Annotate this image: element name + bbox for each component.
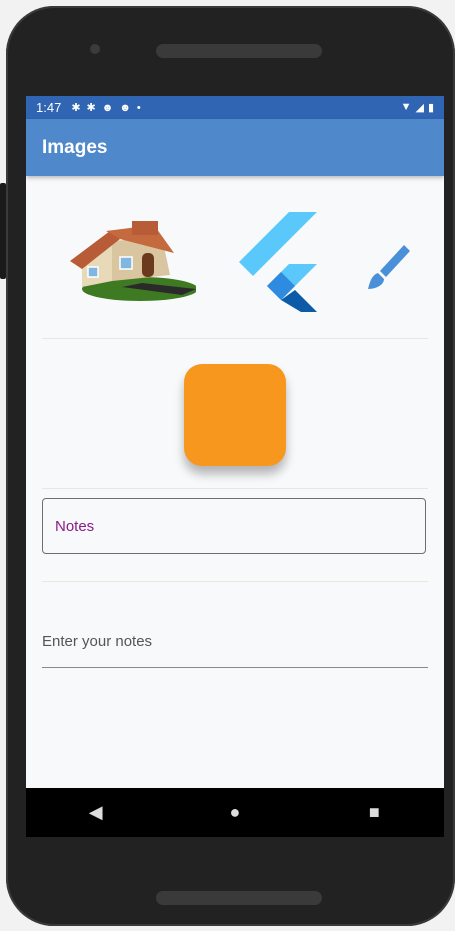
status-bar: 1:47 ✱ ✱ ☻ ☻ • ▼ ◢ ▮ bbox=[26, 96, 444, 119]
signal-icon: ◢ bbox=[415, 102, 424, 114]
settings-icon: ✱ bbox=[71, 102, 81, 114]
images-row bbox=[26, 209, 444, 319]
divider bbox=[42, 488, 428, 489]
wifi-icon: ▼ bbox=[400, 101, 412, 113]
android-icon: ☻ bbox=[101, 101, 114, 114]
screen: 1:47 ✱ ✱ ☻ ☻ • ▼ ◢ ▮ Images Notes Enter … bbox=[26, 96, 444, 837]
status-right: ▼ ◢ ▮ bbox=[401, 101, 434, 114]
recents-icon[interactable]: ■ bbox=[344, 802, 404, 823]
front-camera bbox=[90, 44, 100, 54]
bottom-speaker bbox=[156, 891, 322, 905]
flutter-logo-icon bbox=[239, 212, 317, 312]
divider bbox=[42, 581, 428, 582]
house-icon bbox=[70, 221, 196, 301]
dot-icon: • bbox=[136, 101, 141, 114]
notes-field[interactable]: Notes bbox=[42, 498, 426, 554]
status-time: 1:47 bbox=[36, 100, 62, 115]
notes-field-label: Notes bbox=[55, 517, 95, 535]
paint-brush-icon bbox=[368, 245, 410, 289]
divider bbox=[42, 338, 428, 339]
back-icon[interactable]: ◀ bbox=[66, 802, 126, 823]
android-icon: ☻ bbox=[119, 101, 131, 114]
side-button bbox=[0, 183, 6, 279]
battery-icon: ▮ bbox=[427, 102, 434, 114]
app-bar: Images bbox=[26, 119, 444, 176]
orange-box bbox=[184, 364, 286, 466]
page-title: Images bbox=[42, 136, 108, 158]
home-icon[interactable]: ● bbox=[205, 802, 265, 823]
settings-icon: ✱ bbox=[86, 102, 96, 114]
notes-input[interactable]: Enter your notes bbox=[42, 616, 428, 668]
navigation-bar: ◀ ● ■ bbox=[26, 788, 444, 837]
notes-input-placeholder: Enter your notes bbox=[42, 633, 153, 650]
top-speaker bbox=[156, 44, 322, 58]
